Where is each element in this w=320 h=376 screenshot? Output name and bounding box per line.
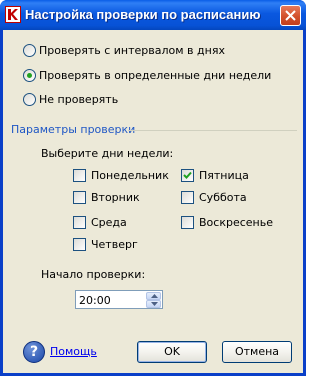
checkbox[interactable] [181,190,194,204]
radio-button[interactable] [23,68,36,82]
window-title: Настройка проверки по расписанию [25,7,261,22]
dialog-window: Настройка проверки по расписанию Проверя… [0,0,306,376]
help-link[interactable]: Помощь [50,345,97,358]
checkbox[interactable] [73,215,86,229]
radio-no-scan[interactable]: Не проверять [23,91,118,107]
radio-button[interactable] [23,43,36,57]
checkbox-label: Суббота [199,190,247,204]
dialog-body: Проверять с интервалом в днях Проверять … [3,30,303,373]
checkbox-sunday[interactable]: Воскресенье [181,214,273,230]
scan-params-group-title: Параметры проверки [11,123,136,136]
checkbox-label: Среда [91,215,127,229]
cancel-button[interactable]: Отмена [222,341,292,363]
checkbox-thursday[interactable]: Четверг [73,236,138,252]
radio-label: Проверять в определенные дни недели [39,68,272,82]
arrow-down-icon [151,302,158,306]
help-icon[interactable]: ? [23,341,45,363]
radio-weekdays[interactable]: Проверять в определенные дни недели [23,67,271,83]
days-label: Выберите дни недели: [41,147,174,160]
radio-label: Проверять с интервалом в днях [39,43,225,57]
title-bar[interactable]: Настройка проверки по расписанию [0,0,306,30]
start-time-label: Начало проверки: [41,268,146,281]
checkbox-label: Воскресенье [199,215,273,229]
checkbox-saturday[interactable]: Суббота [181,189,247,205]
start-time-input[interactable]: 20:00 [75,290,163,309]
checkbox[interactable] [73,168,86,182]
start-time-value: 20:00 [79,294,111,307]
checkbox-wednesday[interactable]: Среда [73,214,127,230]
radio-button[interactable] [23,92,36,106]
checkbox-label: Пятница [199,168,249,182]
spin-up-button[interactable] [146,292,161,300]
checkbox[interactable] [73,190,86,204]
group-divider [128,130,297,131]
spin-down-button[interactable] [146,300,161,308]
ok-button[interactable]: OK [137,341,207,363]
close-button[interactable] [280,5,301,26]
close-icon [285,10,296,21]
kaspersky-icon [5,6,21,23]
checkbox-label: Четверг [91,237,138,251]
checkbox[interactable] [181,215,194,229]
checkbox-friday[interactable]: Пятница [181,167,249,183]
radio-label: Не проверять [39,92,119,106]
checkbox-label: Понедельник [91,168,169,182]
radio-interval-days[interactable]: Проверять с интервалом в днях [23,42,225,58]
checkbox[interactable] [181,168,194,182]
checkbox-monday[interactable]: Понедельник [73,167,169,183]
check-mark-icon [183,171,192,179]
arrow-up-icon [151,294,158,298]
checkbox[interactable] [73,237,86,251]
checkbox-label: Вторник [91,190,140,204]
checkbox-tuesday[interactable]: Вторник [73,189,140,205]
